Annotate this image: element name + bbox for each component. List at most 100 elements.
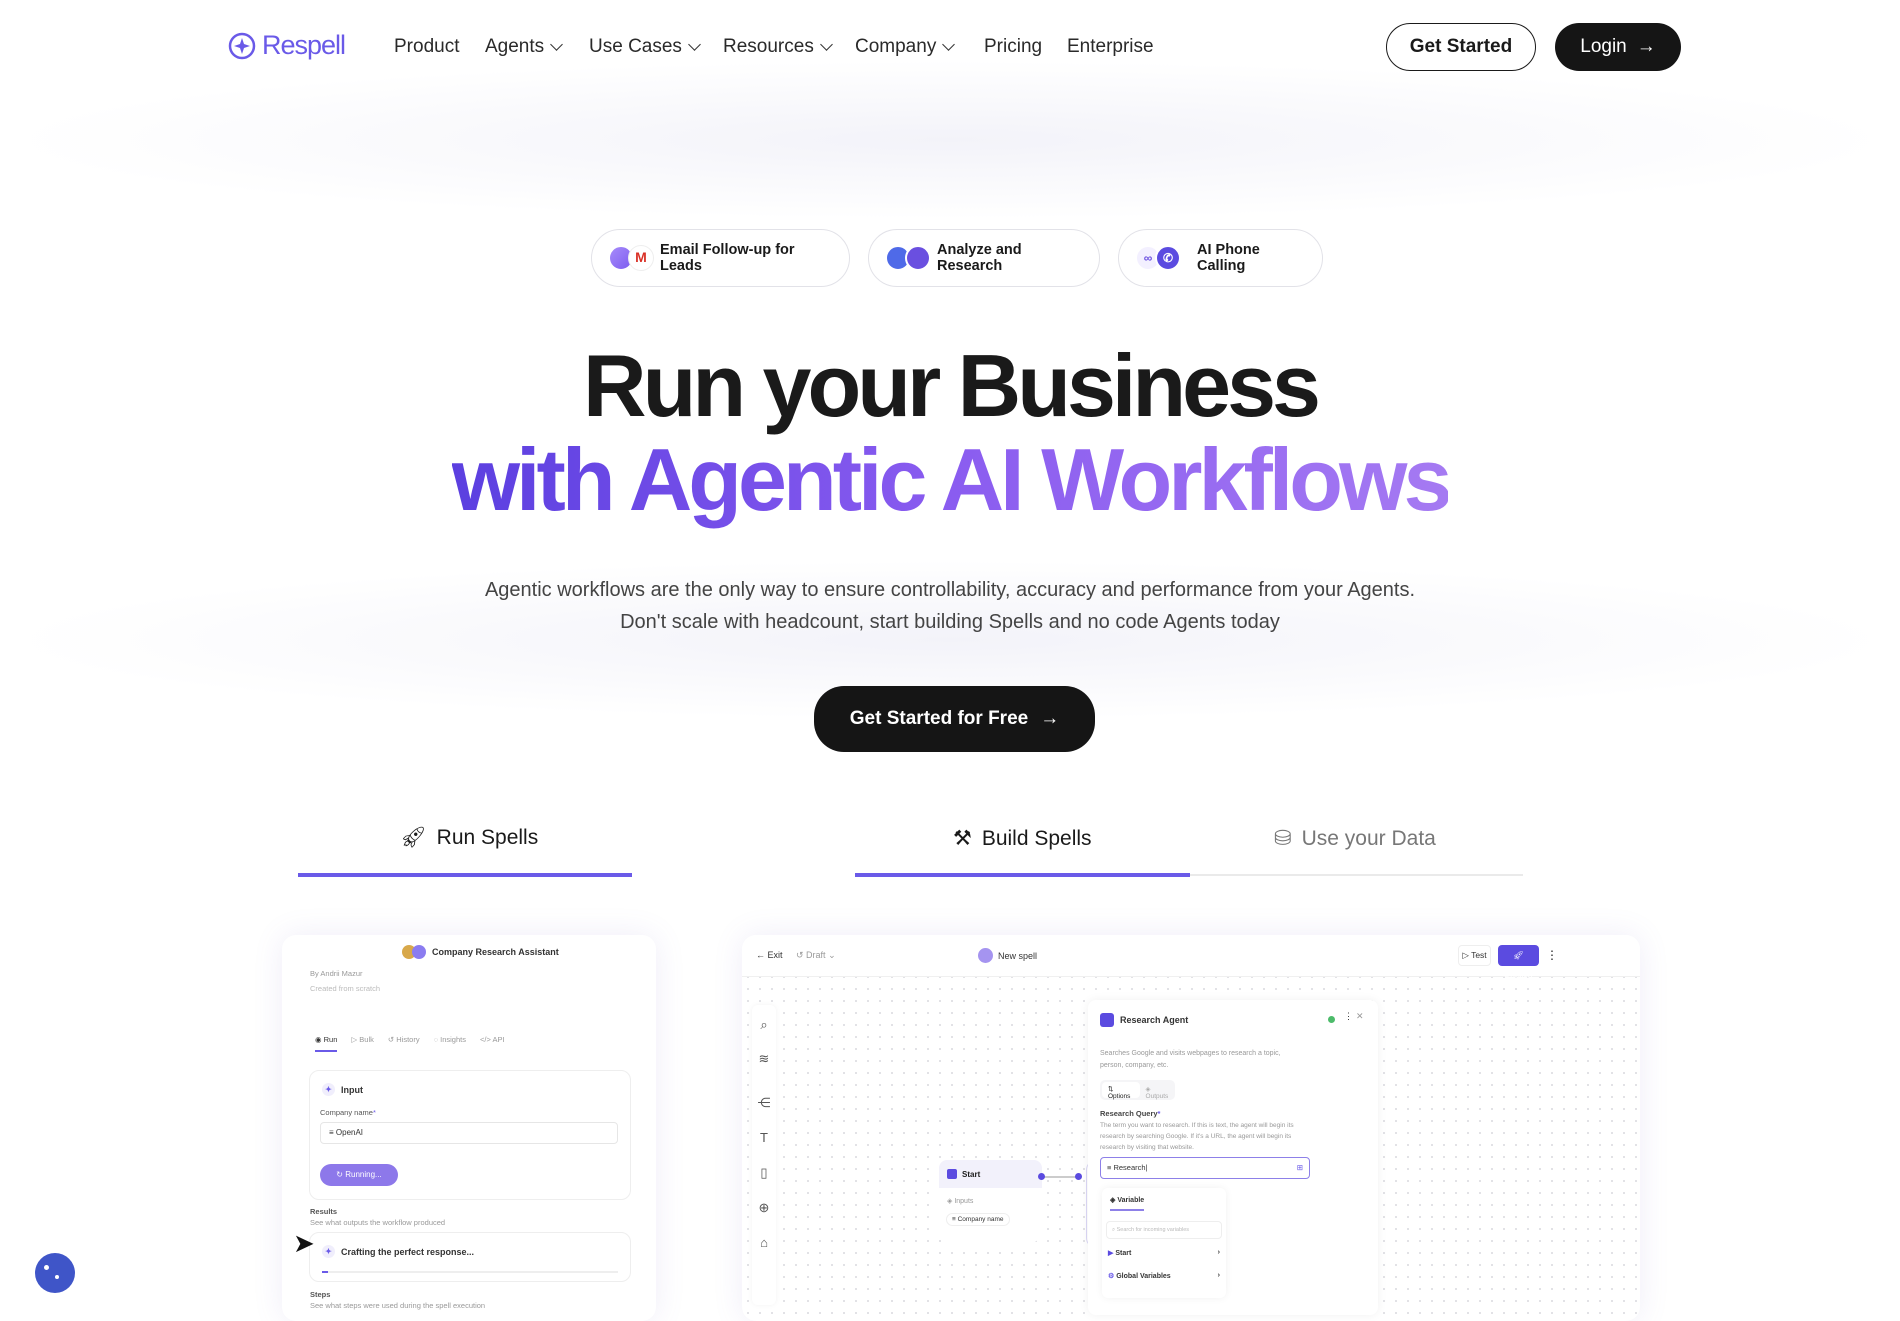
status-dot [1328,1016,1335,1023]
login-button[interactable]: Login → [1555,23,1681,71]
file-icon[interactable]: ▯ [752,1165,776,1181]
port [1075,1173,1082,1180]
phone-icon: ✆ [1155,245,1181,271]
sparkle-icon: ✦ [322,1245,335,1258]
cookie-settings-button[interactable] [35,1253,75,1293]
run-tabs: ◉ Run ▷ Bulk ↺ History ◌ Insights </> AP… [315,1035,505,1052]
more-icon[interactable]: ⋮ [1545,945,1559,966]
chevron-down-icon [942,38,956,51]
tab-bulk[interactable]: ▷ Bulk [351,1035,373,1052]
query-description: The term you want to research. If this i… [1100,1122,1294,1151]
tab-track [1190,874,1523,876]
company-name-chip: ≡ Company name [946,1213,1010,1226]
variable-search-input[interactable]: ⌕ Search for incoming variables [1106,1221,1222,1239]
tool-sidebar: ⌕ ≋ ⋲ T ▯ ⊕ ⌂ [752,1005,776,1305]
pill-email-follow-up[interactable]: M Email Follow-up for Leads [591,229,850,287]
query-label: Research Query [1100,1109,1158,1118]
logo[interactable]: Respell [228,30,346,61]
cookie-icon-dot [55,1275,59,1279]
test-button[interactable]: ▷ Test [1458,945,1491,966]
exit-button[interactable]: ← Exit [756,950,783,960]
tab-run[interactable]: ◉ Run [315,1035,338,1052]
tab-history[interactable]: ↺ History [388,1035,420,1052]
play-icon [947,1169,957,1179]
nav-pricing[interactable]: Pricing [984,36,1042,58]
author: By Andrii Mazur [310,969,363,978]
arrow-right-icon: → [1040,708,1060,729]
text-icon[interactable]: T [752,1130,776,1145]
editor-toolbar: ← Exit ↺ Draft ⌄ New spell ▷ Test 🚀︎ Pub… [742,935,1640,981]
background-wave [0,60,1900,220]
steps-title: Steps [310,1290,331,1299]
agent-description: Searches Google and visits webpages to r… [1100,1050,1281,1069]
tab-insights[interactable]: ◌ Insights [434,1035,466,1052]
nav-company[interactable]: Company [855,36,956,58]
search-icon[interactable]: ⌕ [752,1017,776,1033]
origin: Created from scratch [310,984,381,993]
puzzle-icon[interactable]: ⌂ [752,1235,776,1250]
variable-tab[interactable]: ◈ Variable [1110,1196,1145,1211]
spell-name: New spell [978,948,1037,963]
results-title: Results [310,1207,338,1216]
nodes-icon[interactable]: ⋲ [752,1095,776,1111]
hero-title-line1: Run your Business [583,336,1321,435]
arrow-right-icon: → [1636,36,1656,57]
rocket-icon: 🚀︎ [400,826,427,849]
hero-title-line2: with Agentic AI Workflows [451,430,1453,529]
tab-run-spells[interactable]: 🚀︎ Run Spells [400,826,538,850]
spell-icon [978,948,993,963]
tab-options[interactable]: ⇅ Options [1102,1082,1140,1100]
tab-build-spells[interactable]: ⚒ Build Spells [953,826,1092,851]
inputs-label: ◈ Inputs [947,1198,974,1205]
layers-icon[interactable]: ≋ [752,1051,776,1067]
tab-use-your-data[interactable]: ⛁ Use your Data [1274,826,1436,851]
get-started-button[interactable]: Get Started [1386,23,1536,71]
nav-enterprise[interactable]: Enterprise [1067,36,1154,58]
publish-button[interactable]: 🚀︎ Publish [1498,945,1539,981]
company-name-input[interactable]: ≡ OpenAI [320,1122,618,1144]
result-card: ✦ Crafting the perfect response... [309,1232,631,1282]
close-icon[interactable]: ✕ [1356,1011,1364,1022]
connector [1040,1176,1080,1178]
build-spell-preview: ← Exit ↺ Draft ⌄ New spell ▷ Test 🚀︎ Pub… [742,935,1640,1321]
variable-item-start[interactable]: ▶ Start › [1108,1249,1220,1257]
chevron-down-icon [819,38,833,51]
running-button[interactable]: ↻ Running... [320,1164,398,1186]
chevron-down-icon [688,38,701,51]
logo-icon [228,32,256,59]
research-agent-panel: Research Agent ⋮ ✕ Searches Google and v… [1088,1000,1378,1315]
field-label: Company name [320,1108,373,1117]
start-node[interactable]: Start ◈ Inputs ≡ Company name [939,1160,1042,1242]
research-query-input[interactable]: ≡ Research| ⊞ [1100,1157,1310,1179]
logo-text: Respell [262,30,346,60]
tab-outputs[interactable]: ◈ Outputs [1142,1080,1175,1100]
nav-agents[interactable]: Agents [485,36,564,58]
chevron-down-icon [550,38,564,51]
tab-api[interactable]: </> API [480,1035,505,1052]
draft-dropdown[interactable]: ↺ Draft ⌄ [796,950,836,961]
database-icon: ⛁ [1274,827,1292,850]
more-icon[interactable]: ⋮ [1344,1011,1353,1022]
sparkle-icon: ✦ [322,1083,335,1096]
nav-use-cases[interactable]: Use Cases [589,36,701,58]
gmail-icon: M [628,245,654,271]
variable-item-global[interactable]: ⚙ Global Variables › [1108,1272,1220,1280]
hero-description-2: Don't scale with headcount, start buildi… [620,611,1280,633]
agent-tabs: ⇅ Options ◈ Outputs [1100,1080,1175,1100]
search-icon [905,245,931,271]
pill-analyze-research[interactable]: Analyze and Research [868,229,1100,287]
globe-icon[interactable]: ⊕ [752,1200,776,1216]
tab-indicator-build [855,873,1190,877]
get-started-free-button[interactable]: Get Started for Free → [814,686,1095,752]
tab-indicator-run [298,873,632,877]
variable-dropdown: ◈ Variable ⌕ Search for incoming variabl… [1102,1188,1226,1298]
nav-product[interactable]: Product [394,36,459,58]
mouse-cursor: ➤ [293,1228,315,1258]
add-variable-icon[interactable]: ⊞ [1297,1163,1303,1172]
progress-bar [322,1271,618,1273]
nav-resources[interactable]: Resources [723,36,833,58]
pill-ai-phone-calling[interactable]: ∞ ✆ AI Phone Calling [1118,229,1323,287]
hammer-icon: ⚒ [953,827,972,850]
search-icon [1100,1013,1114,1027]
run-spell-preview: Company Research Assistant By Andrii Maz… [282,935,656,1321]
